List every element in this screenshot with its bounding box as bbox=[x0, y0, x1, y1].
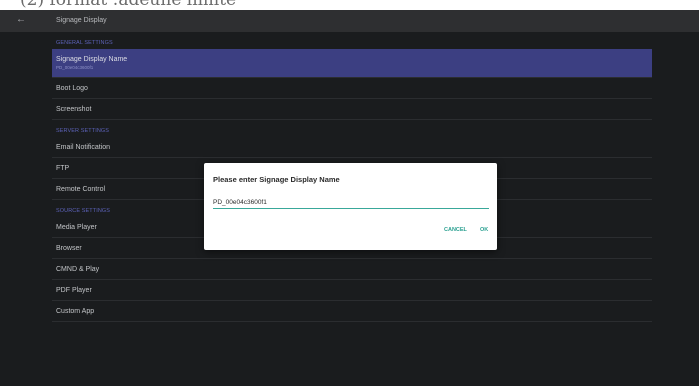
caption-text: (2) format :adeuhe limite bbox=[20, 0, 237, 10]
top-caption: (2) format :adeuhe limite bbox=[0, 0, 699, 10]
cancel-button[interactable]: CANCEL bbox=[440, 225, 471, 235]
ok-button[interactable]: OK bbox=[476, 225, 492, 235]
dialog-title: Please enter Signage Display Name bbox=[213, 175, 340, 184]
signage-name-dialog: Please enter Signage Display Name CANCEL… bbox=[204, 163, 497, 250]
signage-display-screen: ← Signage Display GENERAL SETTINGS Signa… bbox=[0, 10, 699, 386]
signage-name-input[interactable] bbox=[213, 196, 489, 209]
